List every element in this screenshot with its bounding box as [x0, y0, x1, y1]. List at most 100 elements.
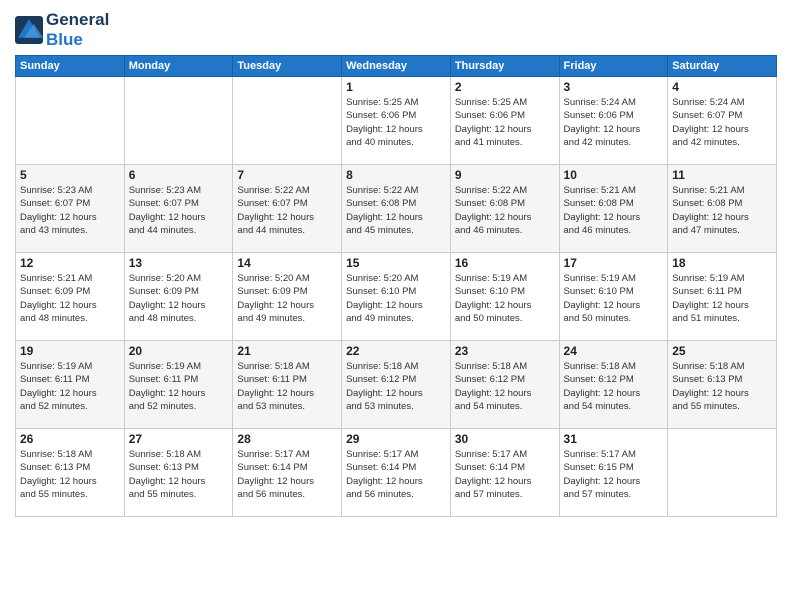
day-cell: 8Sunrise: 5:22 AM Sunset: 6:08 PM Daylig… — [342, 165, 451, 253]
day-info: Sunrise: 5:21 AM Sunset: 6:08 PM Dayligh… — [564, 184, 664, 237]
day-info: Sunrise: 5:20 AM Sunset: 6:09 PM Dayligh… — [237, 272, 337, 325]
day-info: Sunrise: 5:17 AM Sunset: 6:14 PM Dayligh… — [455, 448, 555, 501]
day-cell: 27 Sunrise: 5:18 AM Sunset: 6:13 PM Dayli… — [124, 429, 233, 517]
day-number: 20 — [129, 344, 229, 358]
day-cell: 1 Sunrise: 5:25 AM Sunset: 6:06 PM Daylig… — [342, 77, 451, 165]
day-number: 15 — [346, 256, 446, 270]
day-info: Sunrise: 5:18 AM Sunset: 6:12 PM Dayligh… — [455, 360, 555, 413]
day-info: Sunrise: 5:22 AM Sunset: 6:08 PM Dayligh… — [455, 184, 555, 237]
day-number: 26 — [20, 432, 120, 446]
day-info: Sunrise: 5:17 AM Sunset: 6:15 PM Dayligh… — [564, 448, 664, 501]
day-cell — [668, 429, 777, 517]
day-number: 11 — [672, 168, 772, 182]
day-cell: 21Sunrise: 5:18 AM Sunset: 6:11 PM Dayli… — [233, 341, 342, 429]
day-cell: 23Sunrise: 5:18 AM Sunset: 6:12 PM Dayli… — [450, 341, 559, 429]
day-number: 13 — [129, 256, 229, 270]
day-cell: 25Sunrise: 5:18 AM Sunset: 6:13 PM Dayli… — [668, 341, 777, 429]
logo-icon — [15, 16, 43, 44]
day-number: 7 — [237, 168, 337, 182]
day-info: Sunrise: 5:18 AM Sunset: 6:13 PM Dayligh… — [20, 448, 120, 501]
day-number: 24 — [564, 344, 664, 358]
day-number: 8 — [346, 168, 446, 182]
day-cell: 16 Sunrise: 5:19 AM Sunset: 6:10 PM Dayli… — [450, 253, 559, 341]
day-number: 2 — [455, 80, 555, 94]
calendar-page: General Blue SundayMondayTuesdayWednesda… — [0, 0, 792, 612]
day-info: Sunrise: 5:19 AM Sunset: 6:11 PM Dayligh… — [672, 272, 772, 325]
week-row-3: 12Sunrise: 5:21 AM Sunset: 6:09 PM Dayli… — [16, 253, 777, 341]
logo-text: General Blue — [46, 10, 109, 49]
day-cell: 22 Sunrise: 5:18 AM Sunset: 6:12 PM Dayli… — [342, 341, 451, 429]
day-info: Sunrise: 5:18 AM Sunset: 6:12 PM Dayligh… — [346, 360, 446, 413]
day-cell: 9Sunrise: 5:22 AM Sunset: 6:08 PM Daylig… — [450, 165, 559, 253]
day-cell: 30 Sunrise: 5:17 AM Sunset: 6:14 PM Dayli… — [450, 429, 559, 517]
day-cell: 20 Sunrise: 5:19 AM Sunset: 6:11 PM Dayli… — [124, 341, 233, 429]
day-cell: 24 Sunrise: 5:18 AM Sunset: 6:12 PM Dayli… — [559, 341, 668, 429]
day-number: 3 — [564, 80, 664, 94]
day-info: Sunrise: 5:24 AM Sunset: 6:07 PM Dayligh… — [672, 96, 772, 149]
day-info: Sunrise: 5:19 AM Sunset: 6:10 PM Dayligh… — [455, 272, 555, 325]
day-cell: 28 Sunrise: 5:17 AM Sunset: 6:14 PM Dayli… — [233, 429, 342, 517]
weekday-header-thursday: Thursday — [450, 56, 559, 77]
day-number: 28 — [237, 432, 337, 446]
day-number: 16 — [455, 256, 555, 270]
day-info: Sunrise: 5:19 AM Sunset: 6:11 PM Dayligh… — [20, 360, 120, 413]
day-cell: 6Sunrise: 5:23 AM Sunset: 6:07 PM Daylig… — [124, 165, 233, 253]
day-cell: 17Sunrise: 5:19 AM Sunset: 6:10 PM Dayli… — [559, 253, 668, 341]
day-cell: 26 Sunrise: 5:18 AM Sunset: 6:13 PM Dayli… — [16, 429, 125, 517]
day-number: 10 — [564, 168, 664, 182]
day-info: Sunrise: 5:23 AM Sunset: 6:07 PM Dayligh… — [129, 184, 229, 237]
day-info: Sunrise: 5:25 AM Sunset: 6:06 PM Dayligh… — [346, 96, 446, 149]
day-info: Sunrise: 5:18 AM Sunset: 6:11 PM Dayligh… — [237, 360, 337, 413]
logo: General Blue — [15, 10, 109, 49]
day-cell — [124, 77, 233, 165]
weekday-header-wednesday: Wednesday — [342, 56, 451, 77]
day-info: Sunrise: 5:22 AM Sunset: 6:07 PM Dayligh… — [237, 184, 337, 237]
day-info: Sunrise: 5:23 AM Sunset: 6:07 PM Dayligh… — [20, 184, 120, 237]
day-number: 14 — [237, 256, 337, 270]
day-cell: 29Sunrise: 5:17 AM Sunset: 6:14 PM Dayli… — [342, 429, 451, 517]
day-cell: 2 Sunrise: 5:25 AM Sunset: 6:06 PM Daylig… — [450, 77, 559, 165]
day-info: Sunrise: 5:17 AM Sunset: 6:14 PM Dayligh… — [237, 448, 337, 501]
weekday-header-tuesday: Tuesday — [233, 56, 342, 77]
day-number: 22 — [346, 344, 446, 358]
day-info: Sunrise: 5:20 AM Sunset: 6:10 PM Dayligh… — [346, 272, 446, 325]
day-cell: 5 Sunrise: 5:23 AM Sunset: 6:07 PM Daylig… — [16, 165, 125, 253]
day-number: 18 — [672, 256, 772, 270]
day-number: 25 — [672, 344, 772, 358]
day-info: Sunrise: 5:18 AM Sunset: 6:13 PM Dayligh… — [129, 448, 229, 501]
day-number: 5 — [20, 168, 120, 182]
weekday-header-friday: Friday — [559, 56, 668, 77]
weekday-header-sunday: Sunday — [16, 56, 125, 77]
day-cell: 15 Sunrise: 5:20 AM Sunset: 6:10 PM Dayli… — [342, 253, 451, 341]
day-cell: 10 Sunrise: 5:21 AM Sunset: 6:08 PM Dayli… — [559, 165, 668, 253]
day-cell: 18 Sunrise: 5:19 AM Sunset: 6:11 PM Dayli… — [668, 253, 777, 341]
day-cell: 14 Sunrise: 5:20 AM Sunset: 6:09 PM Dayli… — [233, 253, 342, 341]
day-info: Sunrise: 5:21 AM Sunset: 6:08 PM Dayligh… — [672, 184, 772, 237]
day-cell — [233, 77, 342, 165]
day-info: Sunrise: 5:17 AM Sunset: 6:14 PM Dayligh… — [346, 448, 446, 501]
weekday-header-monday: Monday — [124, 56, 233, 77]
day-number: 1 — [346, 80, 446, 94]
day-number: 12 — [20, 256, 120, 270]
day-info: Sunrise: 5:19 AM Sunset: 6:11 PM Dayligh… — [129, 360, 229, 413]
day-number: 4 — [672, 80, 772, 94]
day-number: 17 — [564, 256, 664, 270]
day-info: Sunrise: 5:25 AM Sunset: 6:06 PM Dayligh… — [455, 96, 555, 149]
week-row-5: 26 Sunrise: 5:18 AM Sunset: 6:13 PM Dayli… — [16, 429, 777, 517]
week-row-2: 5 Sunrise: 5:23 AM Sunset: 6:07 PM Daylig… — [16, 165, 777, 253]
day-info: Sunrise: 5:20 AM Sunset: 6:09 PM Dayligh… — [129, 272, 229, 325]
day-number: 30 — [455, 432, 555, 446]
day-cell — [16, 77, 125, 165]
day-cell: 31Sunrise: 5:17 AM Sunset: 6:15 PM Dayli… — [559, 429, 668, 517]
week-row-4: 19 Sunrise: 5:19 AM Sunset: 6:11 PM Dayli… — [16, 341, 777, 429]
day-number: 27 — [129, 432, 229, 446]
day-cell: 12Sunrise: 5:21 AM Sunset: 6:09 PM Dayli… — [16, 253, 125, 341]
day-info: Sunrise: 5:18 AM Sunset: 6:12 PM Dayligh… — [564, 360, 664, 413]
calendar-table: SundayMondayTuesdayWednesdayThursdayFrid… — [15, 55, 777, 517]
day-cell: 4 Sunrise: 5:24 AM Sunset: 6:07 PM Daylig… — [668, 77, 777, 165]
weekday-header-saturday: Saturday — [668, 56, 777, 77]
day-info: Sunrise: 5:24 AM Sunset: 6:06 PM Dayligh… — [564, 96, 664, 149]
day-number: 19 — [20, 344, 120, 358]
day-cell: 11 Sunrise: 5:21 AM Sunset: 6:08 PM Dayli… — [668, 165, 777, 253]
day-cell: 13 Sunrise: 5:20 AM Sunset: 6:09 PM Dayli… — [124, 253, 233, 341]
